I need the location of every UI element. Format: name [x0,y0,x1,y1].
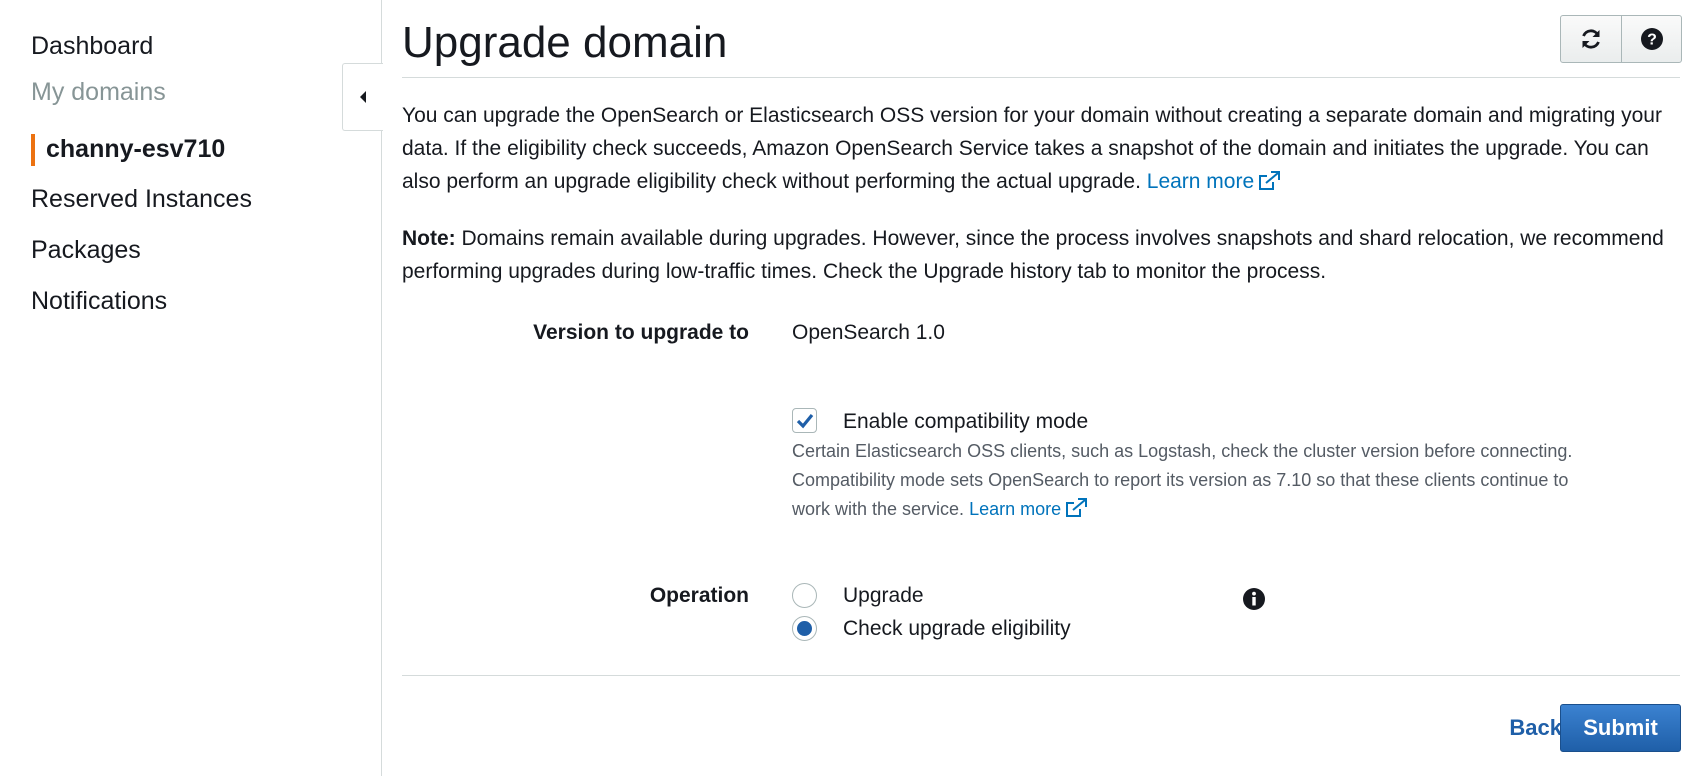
sidebar-item-my-domains: My domains [31,78,166,106]
note-text: Domains remain available during upgrades… [402,227,1664,283]
radio-check-eligibility[interactable] [792,616,817,641]
help-icon: ? [1640,28,1663,50]
radio-check-eligibility-label[interactable]: Check upgrade eligibility [843,617,1071,641]
sidebar-item-dashboard[interactable]: Dashboard [31,32,153,61]
compatibility-label: Enable compatibility mode [843,410,1089,433]
version-label: Version to upgrade to [533,321,749,344]
note-paragraph: Note: Domains remain available during up… [402,222,1672,288]
external-link-icon [1259,171,1281,190]
sidebar: Dashboard My domains channy-esv710 Reser… [0,0,382,776]
page: Dashboard My domains channy-esv710 Reser… [0,0,1702,776]
refresh-icon [1582,29,1600,49]
info-icon[interactable] [1242,587,1266,611]
operation-label: Operation [649,584,749,607]
note-label: Note: [402,227,456,250]
compatibility-checkbox[interactable] [792,408,817,433]
sidebar-item-packages[interactable]: Packages [31,236,141,265]
external-link-icon [1066,498,1088,517]
refresh-button[interactable] [1561,16,1621,62]
page-title: Upgrade domain [402,18,728,67]
header-actions: ? [1560,15,1682,63]
compatibility-learn-more-link[interactable]: Learn more [969,498,1088,519]
version-value: OpenSearch 1.0 [792,321,945,344]
sidebar-collapse-button[interactable] [342,63,383,131]
submit-button[interactable]: Submit [1560,704,1681,752]
back-button[interactable]: Back [1482,704,1562,752]
help-button[interactable]: ? [1621,16,1681,62]
compatibility-description: Certain Elasticsearch OSS clients, such … [792,437,1592,524]
intro-paragraph: You can upgrade the OpenSearch or Elasti… [402,99,1672,198]
intro-text: You can upgrade the OpenSearch or Elasti… [402,104,1662,193]
header-divider [402,77,1680,78]
active-indicator [31,134,35,166]
radio-selected-dot [797,621,812,636]
sidebar-item-notifications[interactable]: Notifications [31,287,167,316]
learn-more-link[interactable]: Learn more [1147,170,1281,193]
svg-text:?: ? [1647,32,1657,49]
caret-left-icon [360,91,366,103]
sidebar-item-domain[interactable]: channy-esv710 [46,135,225,164]
sidebar-item-reserved-instances[interactable]: Reserved Instances [31,185,252,214]
checkmark-icon [796,413,813,428]
radio-upgrade-label[interactable]: Upgrade [843,584,924,608]
compatibility-desc-text: Certain Elasticsearch OSS clients, such … [792,441,1573,519]
footer-divider [402,675,1680,676]
radio-upgrade[interactable] [792,583,817,608]
main-content: Upgrade domain ? You can upgrade the Ope… [402,0,1682,776]
